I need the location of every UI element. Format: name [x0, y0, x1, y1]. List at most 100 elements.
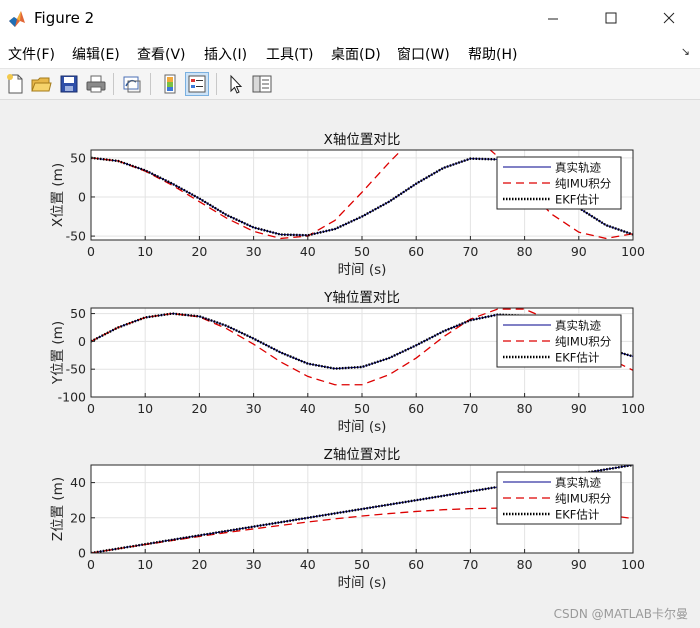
x-tick-label: 80	[517, 244, 533, 259]
menu-edit[interactable]: 编辑(E)	[72, 44, 120, 64]
toolbar-separator	[216, 73, 217, 95]
x-tick-label: 70	[462, 557, 478, 572]
subplot-title: Z轴位置对比	[324, 447, 401, 463]
y-tick-label: 0	[78, 334, 86, 349]
property-inspector-icon	[252, 75, 272, 93]
new-figure-icon	[7, 74, 23, 94]
x-tick-label: 80	[517, 557, 533, 572]
subplot-2: 0 10 20 30 40 50 60 70 80 90 100 -100 -50 0 50 Y轴位置对比时间…	[50, 290, 645, 435]
x-tick-label: 20	[191, 557, 207, 572]
x-tick-label: 30	[246, 244, 262, 259]
colorbar-icon	[164, 74, 176, 94]
x-tick-label: 0	[87, 401, 95, 416]
subplot-title: X轴位置对比	[324, 132, 401, 148]
x-tick-label: 20	[191, 244, 207, 259]
x-axis-label: 时间 (s)	[338, 419, 387, 435]
window-title: Figure 2	[34, 9, 95, 27]
x-tick-label: 60	[408, 401, 424, 416]
x-axis-label: 时间 (s)	[338, 575, 387, 591]
y-tick-label: -50	[66, 362, 86, 377]
menu-file[interactable]: 文件(F)	[8, 44, 55, 64]
x-tick-label: 40	[300, 557, 316, 572]
watermark-text: CSDN @MATLAB卡尔曼	[553, 607, 688, 621]
legend-label-3: EKF估计	[555, 193, 600, 207]
figure-toolbar	[0, 69, 700, 100]
menu-window[interactable]: 窗口(W)	[397, 44, 450, 64]
menubar: 文件(F) 编辑(E) 查看(V) 插入(I) 工具(T) 桌面(D) 窗口(W…	[0, 38, 700, 69]
pointer-button[interactable]	[223, 72, 247, 96]
subplot-1: 0 10 20 30 40 50 60 70 80 90 100-50050X轴位置对比时间 (s)…	[50, 132, 645, 278]
legend: 真实轨迹纯IMU积分 EKF估计	[496, 314, 622, 368]
save-button[interactable]	[57, 72, 81, 96]
property-inspector-button[interactable]	[250, 72, 274, 96]
y-axis-label: X位置 (m)	[50, 163, 66, 227]
link-plot-icon	[123, 76, 141, 93]
figure-canvas: 0 10 20 30 40 50 60 70 80 90 100 -50 0 50 X轴位置对比 时间 (s)…	[0, 100, 700, 628]
print-icon	[86, 75, 106, 93]
y-tick-label: -50	[66, 229, 86, 244]
subplots-svg: 0 10 20 30 40 50 60 70 80 90 100-50050X轴位置对比时间 (s)…	[50, 132, 645, 591]
window-titlebar: Figure 2	[0, 0, 700, 38]
legend-label-2: 纯IMU积分	[555, 177, 612, 191]
x-tick-label: 60	[408, 557, 424, 572]
menu-tools[interactable]: 工具(T)	[266, 44, 313, 64]
legend-label-3: EKF估计	[555, 351, 600, 365]
legend: 真实轨迹纯IMU积分 EKF估计	[496, 471, 622, 525]
legend: 真实轨迹纯IMU积分 EKF估计	[496, 156, 622, 210]
pointer-icon	[230, 74, 243, 94]
link-plot-button[interactable]	[120, 72, 144, 96]
x-tick-label: 100	[621, 557, 645, 572]
y-axis-label: Y位置 (m)	[50, 321, 66, 385]
open-file-icon	[31, 77, 52, 92]
x-tick-label: 20	[191, 401, 207, 416]
close-icon	[663, 12, 675, 24]
y-tick-label: 50	[70, 150, 86, 165]
menu-help[interactable]: 帮助(H)	[468, 44, 517, 64]
maximize-button[interactable]	[588, 0, 634, 38]
colorbar-button[interactable]	[158, 72, 182, 96]
maximize-icon	[605, 12, 617, 24]
legend-icon	[188, 75, 206, 93]
y-tick-label: 20	[70, 510, 86, 525]
minimize-button[interactable]	[530, 0, 576, 38]
x-tick-label: 0	[87, 244, 95, 259]
menu-insert[interactable]: 插入(I)	[204, 44, 247, 64]
x-tick-label: 50	[354, 401, 370, 416]
legend-label-1: 真实轨迹	[555, 319, 601, 333]
x-tick-label: 70	[462, 244, 478, 259]
matlab-logo-icon	[9, 11, 25, 27]
x-tick-label: 0	[87, 557, 95, 572]
x-tick-label: 90	[571, 401, 587, 416]
x-tick-label: 70	[462, 401, 478, 416]
x-tick-label: 10	[137, 244, 153, 259]
new-figure-button[interactable]	[3, 72, 27, 96]
x-tick-label: 30	[246, 401, 262, 416]
legend-button[interactable]	[185, 72, 209, 96]
x-tick-label: 100	[621, 244, 645, 259]
y-tick-label: 40	[70, 475, 86, 490]
print-button[interactable]	[84, 72, 108, 96]
x-tick-label: 10	[137, 401, 153, 416]
subplot-title: Y轴位置对比	[323, 290, 400, 306]
x-tick-label: 90	[571, 244, 587, 259]
save-icon	[60, 75, 78, 93]
x-tick-label: 50	[354, 557, 370, 572]
legend-label-1: 真实轨迹	[555, 161, 601, 175]
legend-label-3: EKF估计	[555, 508, 600, 522]
x-tick-label: 60	[408, 244, 424, 259]
open-file-button[interactable]	[29, 72, 53, 96]
y-axis-label: Z位置 (m)	[50, 477, 66, 541]
x-tick-label: 30	[246, 557, 262, 572]
menu-view[interactable]: 查看(V)	[137, 44, 186, 64]
x-tick-label: 10	[137, 557, 153, 572]
y-tick-label: -100	[58, 390, 86, 405]
dock-arrow-icon[interactable]: ↘	[681, 45, 690, 58]
legend-label-2: 纯IMU积分	[555, 492, 612, 506]
y-tick-label: 0	[78, 546, 86, 561]
y-tick-label: 0	[78, 189, 86, 204]
x-axis-label: 时间 (s)	[338, 262, 387, 278]
minimize-icon	[548, 18, 558, 20]
legend-label-2: 纯IMU积分	[555, 335, 612, 349]
menu-desktop[interactable]: 桌面(D)	[331, 44, 381, 64]
close-button[interactable]	[646, 0, 692, 38]
